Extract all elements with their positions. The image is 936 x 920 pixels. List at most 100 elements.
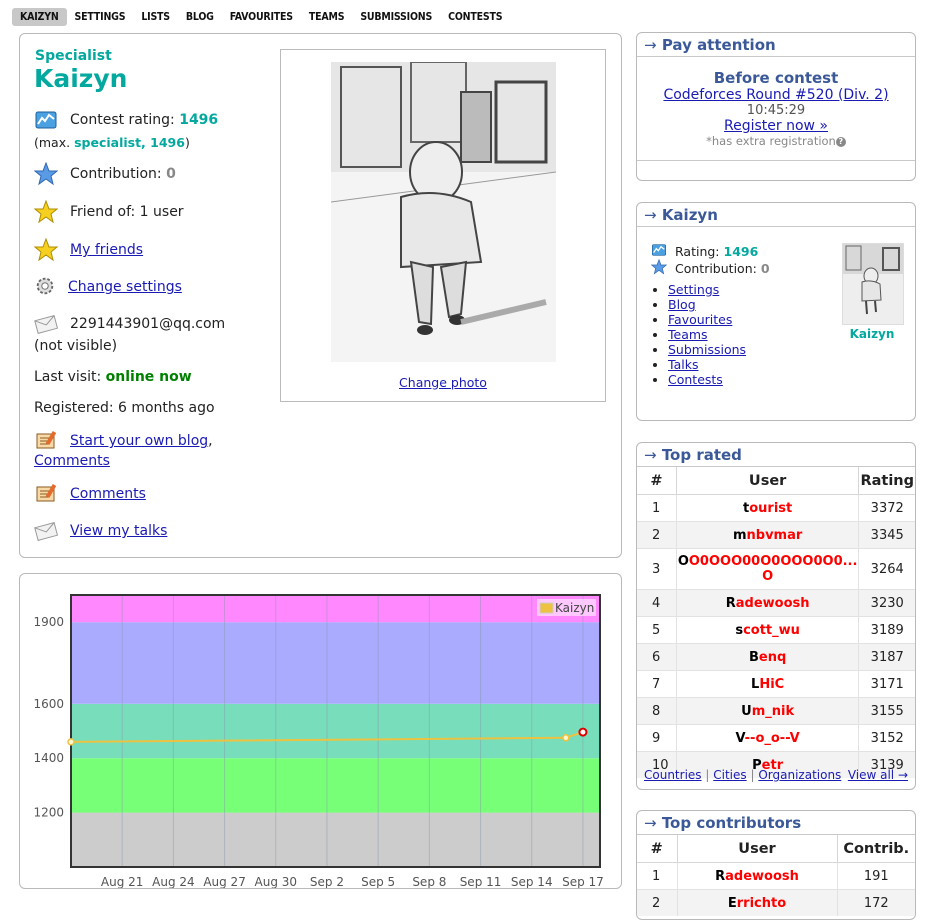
question-icon[interactable]: ? — [835, 137, 846, 147]
user-link[interactable]: OO0OOO00O0OOO0O0... O — [678, 554, 858, 584]
user-link[interactable]: Radewoosh — [715, 869, 799, 884]
user-link[interactable]: Errichto — [728, 896, 786, 911]
contribution-row: Contribution: 0 — [33, 161, 176, 186]
user-link-contests[interactable]: Contests — [668, 372, 723, 387]
contest-rating-row: Contest rating: 1496 — [34, 108, 218, 132]
blue-star-icon — [650, 258, 668, 278]
comments-inline-link[interactable]: Comments — [34, 453, 110, 469]
divider — [637, 160, 915, 161]
user-link-talks[interactable]: Talks — [668, 357, 698, 372]
separator: | — [750, 768, 755, 782]
user-photo[interactable] — [331, 62, 556, 362]
user-link-item: Contests — [668, 372, 746, 387]
user-links: SettingsBlogFavouritesTeamsSubmissionsTa… — [651, 282, 746, 387]
user-link-item: Blog — [668, 297, 746, 312]
nav-tab-kaizyn[interactable]: KAIZYN — [12, 8, 67, 26]
x-tick-label: Aug 24 — [152, 875, 195, 888]
rank-cell: 1 — [637, 862, 678, 890]
profile-box: Specialist Kaizyn Contest rating: 1496 (… — [19, 33, 622, 558]
nav-tab-settings[interactable]: SETTINGS — [67, 8, 134, 26]
top-rated-header: → Top rated — [637, 443, 915, 467]
email-row: 2291443901@qq.com — [34, 312, 225, 336]
last-visit-row: Last visit: online now — [34, 369, 192, 385]
arrow-icon: → — [644, 446, 657, 464]
change-settings-row: Change settings — [34, 275, 182, 299]
organizations-link[interactable]: Organizations — [758, 768, 841, 782]
handle-first-letter: E — [727, 895, 737, 911]
change-settings-link[interactable]: Change settings — [68, 279, 182, 295]
col-header: # — [637, 835, 678, 863]
change-photo-link[interactable]: Change photo — [399, 375, 487, 390]
handle-rest: adewoosh — [735, 595, 810, 611]
user-link-favourites[interactable]: Favourites — [668, 312, 732, 327]
countries-link[interactable]: Countries — [644, 768, 702, 782]
registered-row: Registered: 6 months ago — [34, 400, 215, 416]
nav-tab-contests[interactable]: CONTESTS — [440, 8, 510, 26]
user-link-blog[interactable]: Blog — [668, 297, 696, 312]
user-link-teams[interactable]: Teams — [668, 327, 708, 342]
cities-link[interactable]: Cities — [713, 768, 746, 782]
handle-rest: O0OOO00O0OOO0O0... — [688, 554, 858, 569]
value-cell: 172 — [837, 889, 915, 916]
user-avatar[interactable] — [842, 243, 904, 325]
max-rank-value: specialist, 1496 — [74, 135, 185, 150]
rating-chart: Aug 21 Aug 24 Aug 27 Aug 30 Sep 2 Sep 5 Sep 8 S… — [33, 594, 604, 889]
register-link[interactable]: Register now » — [724, 118, 828, 134]
user-link[interactable]: mnbvmar — [733, 528, 802, 543]
x-tick-label: Sep 8 — [412, 875, 446, 888]
handle-rest: cott_wu — [743, 622, 800, 638]
max-prefix: (max. — [34, 135, 71, 150]
col-header: User — [677, 835, 838, 863]
user-link[interactable]: LHiC — [751, 677, 784, 692]
view-talks-link[interactable]: View my talks — [70, 523, 167, 539]
user-box-contribution: Contribution: 0 — [650, 258, 770, 278]
user-link[interactable]: tourist — [743, 501, 792, 516]
handle-first-letter: O — [677, 554, 689, 569]
nav-tab-lists[interactable]: LISTS — [133, 8, 178, 26]
top-contributors-box: → Top contributors # User Contrib. 1 Rade… — [636, 810, 916, 920]
table-row: 2 Errichto 172 — [637, 889, 915, 916]
top-rated-footer: Countries | Cities | Organizations — [644, 768, 841, 782]
user-link[interactable]: Radewoosh — [726, 596, 810, 611]
rating-label: Rating: — [675, 244, 720, 259]
nav-tab-blog[interactable]: BLOG — [178, 8, 222, 26]
table-row: 9 V--o_o--V 3152 — [637, 724, 915, 752]
user-link-settings[interactable]: Settings — [668, 282, 719, 297]
view-all-link[interactable]: View all → — [848, 768, 908, 782]
user-link[interactable]: Um_nik — [741, 704, 794, 719]
user-link-item: Teams — [668, 327, 746, 342]
nav-tab-teams[interactable]: TEAMS — [301, 8, 352, 26]
contest-link[interactable]: Codeforces Round #520 (Div. 2) — [663, 87, 888, 103]
user-link[interactable]: V--o_o--V — [736, 731, 800, 746]
arrow-icon: → — [644, 814, 657, 832]
rank-cell: 3 — [637, 548, 677, 590]
rank-cell: 5 — [637, 616, 677, 644]
rating-chart-box: Aug 21 Aug 24 Aug 27 Aug 30 Sep 2 Sep 5 Sep 8 S… — [19, 573, 622, 889]
blog-icon — [34, 482, 58, 506]
start-blog-link[interactable]: Start your own blog — [70, 433, 208, 449]
email-value: 2291443901@qq.com — [70, 316, 226, 332]
handle-rest: adewoosh — [725, 868, 799, 884]
rank-cell: 6 — [637, 643, 677, 671]
handle-rest: HiC — [759, 676, 785, 692]
comments-link[interactable]: Comments — [70, 486, 146, 502]
rank-cell: 7 — [637, 670, 677, 698]
nav-tab-favourites[interactable]: FAVOURITES — [222, 8, 301, 26]
user-link[interactable]: Benq — [749, 650, 786, 665]
comma: , — [208, 433, 213, 449]
yellow-star-icon — [33, 199, 59, 224]
rank-cell: 2 — [637, 521, 677, 549]
my-friends-row: My friends — [33, 237, 143, 262]
user-box: → Kaizyn Rating: 1496 Contribution: 0 Se… — [636, 202, 916, 421]
user-link[interactable]: scott_wu — [735, 623, 800, 638]
contribution-label: Contribution: — [70, 166, 162, 182]
user-cell: V--o_o--V — [676, 724, 860, 752]
user-cell: tourist — [676, 494, 860, 522]
user-cell: Errichto — [677, 889, 838, 916]
contribution-value: 0 — [166, 166, 176, 182]
nav-tab-submissions[interactable]: SUBMISSIONS — [352, 8, 440, 26]
table-row: 1 Radewoosh 191 — [637, 862, 915, 890]
user-link-submissions[interactable]: Submissions — [668, 342, 746, 357]
rank-cell: 2 — [637, 889, 678, 916]
my-friends-link[interactable]: My friends — [70, 242, 143, 258]
